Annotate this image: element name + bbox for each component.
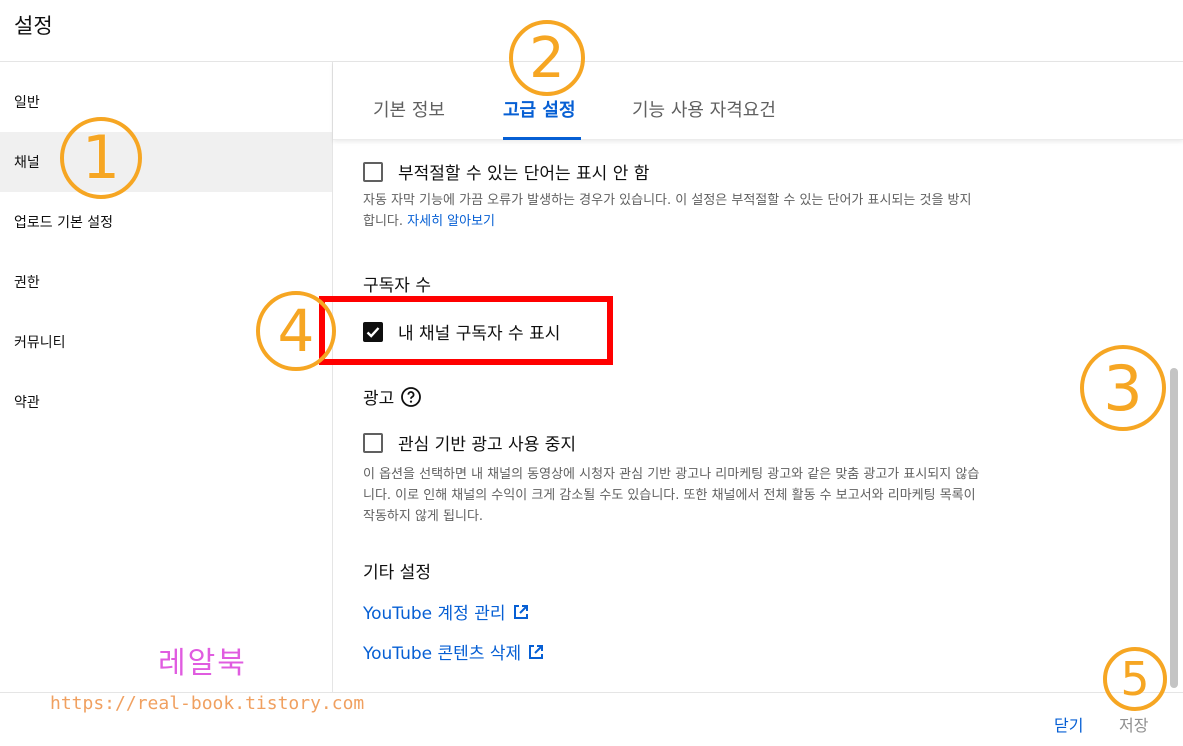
delete-youtube-content-label: YouTube 콘텐츠 삭제 [363, 644, 522, 664]
annotation-badge-2: 2 [509, 20, 585, 96]
settings-content: 부적절할 수 있는 단어는 표시 안 함 자동 자막 기능에 가끔 오류가 발생… [333, 141, 1168, 691]
watermark-url: https://real-book.tistory.com [50, 693, 365, 714]
sidebar-item-terms[interactable]: 약관 [0, 372, 332, 432]
close-button[interactable]: 닫기 [1054, 712, 1083, 736]
tab-bar: 기본 정보 고급 설정 기능 사용 자격요건 [333, 62, 1183, 140]
ads-heading: 광고 [363, 384, 422, 409]
annotation-badge-3: 3 [1080, 345, 1166, 431]
sidebar-item-general[interactable]: 일반 [0, 72, 332, 132]
disable-interest-ads-checkbox[interactable] [363, 432, 383, 453]
ads-description-line3: 작동하지 않게 됩니다. [363, 509, 484, 524]
tab-feature-eligibility[interactable]: 기능 사용 자격요건 [632, 96, 776, 122]
save-button[interactable]: 저장 [1119, 712, 1148, 736]
profanity-filter-option[interactable]: 부적절할 수 있는 단어는 표시 안 함 [363, 159, 649, 184]
external-link-icon [529, 644, 544, 659]
content-scrollbar[interactable] [1170, 368, 1178, 688]
ads-description: 이 옵션을 선택하면 내 채널의 동영상에 시청자 관심 기반 광고나 리마케팅… [363, 464, 1153, 527]
profanity-description: 자동 자막 기능에 가끔 오류가 발생하는 경우가 있습니다. 이 설정은 부적… [363, 190, 1143, 232]
annotation-badge-4: 4 [256, 291, 336, 371]
profanity-description-line2: 합니다. [363, 214, 404, 229]
tab-advanced-settings[interactable]: 고급 설정 [503, 96, 576, 122]
page-title: 설정 [14, 14, 53, 38]
profanity-filter-checkbox[interactable] [363, 161, 383, 182]
other-settings-heading: 기타 설정 [363, 563, 431, 583]
disable-interest-ads-option[interactable]: 관심 기반 광고 사용 중지 [363, 430, 576, 455]
active-tab-indicator [503, 137, 581, 140]
disable-interest-ads-label: 관심 기반 광고 사용 중지 [398, 435, 577, 455]
watermark-title: 레알북 [158, 646, 247, 681]
profanity-description-line1: 자동 자막 기능에 가끔 오류가 발생하는 경우가 있습니다. 이 설정은 부적… [363, 193, 972, 208]
external-link-icon [513, 604, 528, 619]
help-icon[interactable] [400, 386, 422, 408]
sidebar-item-channel[interactable]: 채널 [0, 132, 332, 192]
annotation-badge-1: 1 [60, 117, 142, 199]
subscriber-count-heading: 구독자 수 [363, 276, 431, 296]
manage-youtube-account-label: YouTube 계정 관리 [363, 604, 506, 624]
ads-heading-text: 광고 [363, 389, 395, 409]
manage-youtube-account-link[interactable]: YouTube 계정 관리 [363, 599, 530, 624]
learn-more-link[interactable]: 자세히 알아보기 [407, 214, 495, 229]
delete-youtube-content-link[interactable]: YouTube 콘텐츠 삭제 [363, 639, 545, 664]
ads-description-line2: 니다. 이로 인해 채널의 수익이 크게 감소될 수도 있습니다. 또한 채널에… [363, 488, 976, 503]
subscriber-highlight-box [319, 296, 613, 365]
sidebar: 일반 채널 업로드 기본 설정 권한 커뮤니티 약관 [0, 72, 332, 432]
profanity-filter-label: 부적절할 수 있는 단어는 표시 안 함 [398, 164, 650, 184]
annotation-badge-5: 5 [1103, 647, 1167, 711]
ads-description-line1: 이 옵션을 선택하면 내 채널의 동영상에 시청자 관심 기반 광고나 리마케팅… [363, 467, 980, 482]
sidebar-item-upload-defaults[interactable]: 업로드 기본 설정 [0, 192, 332, 252]
tab-basic-info[interactable]: 기본 정보 [373, 96, 445, 122]
